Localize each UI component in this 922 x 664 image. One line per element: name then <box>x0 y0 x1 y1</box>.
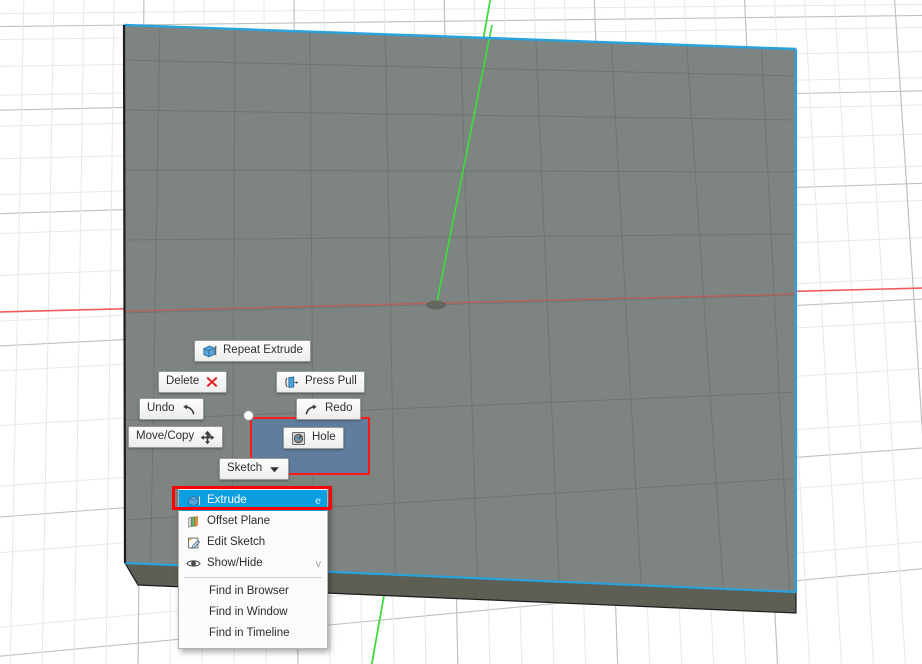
button-label: Redo <box>325 403 353 415</box>
red-x-icon <box>205 375 219 389</box>
button-label: Sketch <box>227 463 262 475</box>
context-menu-item-offset-plane[interactable]: Offset Plane <box>179 511 327 532</box>
button-label: Delete <box>166 376 199 388</box>
redo-arrow-icon <box>304 402 319 417</box>
sketch-context-menu[interactable]: Extrude e Offset Plane <box>178 487 328 649</box>
chevron-down-icon <box>268 463 281 476</box>
context-menu-item-shortcut: e <box>309 495 321 507</box>
hole-icon <box>291 431 306 446</box>
marking-menu-undo[interactable]: Undo <box>139 398 204 420</box>
origin-marker <box>426 301 446 310</box>
button-label: Press Pull <box>305 376 357 388</box>
button-label: Undo <box>147 403 175 415</box>
marking-menu-press-pull[interactable]: Press Pull <box>276 371 365 393</box>
marking-menu-redo[interactable]: Redo <box>296 398 361 420</box>
button-label: Move/Copy <box>136 431 194 443</box>
context-menu-item-label: Edit Sketch <box>203 537 315 549</box>
context-menu-item-label: Offset Plane <box>203 516 315 528</box>
extruded-body[interactable] <box>0 0 922 664</box>
context-menu-item-find-in-window[interactable]: Find in Window <box>179 602 327 623</box>
press-pull-icon <box>284 375 299 390</box>
marking-menu-move-copy[interactable]: Move/Copy <box>128 426 223 448</box>
extrude-icon <box>202 344 217 359</box>
undo-arrow-icon <box>181 402 196 417</box>
context-menu-item-label: Find in Window <box>184 607 321 619</box>
context-menu-item-shortcut: v <box>310 558 321 570</box>
marking-menu-sketch[interactable]: Sketch <box>219 458 289 480</box>
context-menu-item-label: Show/Hide <box>203 558 310 570</box>
context-menu-item-find-in-browser[interactable]: Find in Browser <box>179 581 327 602</box>
context-menu-item-label: Find in Browser <box>184 586 321 598</box>
edge-left <box>124 25 125 563</box>
marking-menu-hole[interactable]: Hole <box>283 427 344 449</box>
eye-icon <box>184 556 203 571</box>
marking-menu-repeat-extrude[interactable]: Repeat Extrude <box>194 340 311 362</box>
button-label: Hole <box>312 432 336 444</box>
context-menu-item-find-in-timeline[interactable]: Find in Timeline <box>179 623 327 644</box>
context-menu-item-extrude[interactable]: Extrude e <box>179 490 327 511</box>
extrude-icon <box>184 494 203 508</box>
cad-viewport[interactable]: Repeat Extrude Delete Press Pull Undo <box>0 0 922 664</box>
context-menu-separator <box>184 577 322 578</box>
context-menu-item-label: Extrude <box>203 495 309 507</box>
marking-menu-delete[interactable]: Delete <box>158 371 227 393</box>
context-menu-item-edit-sketch[interactable]: Edit Sketch <box>179 532 327 553</box>
context-menu-item-label: Find in Timeline <box>184 628 321 640</box>
context-menu-item-show-hide[interactable]: Show/Hide v <box>179 553 327 574</box>
edit-sketch-icon <box>184 536 203 550</box>
button-label: Repeat Extrude <box>223 345 303 357</box>
offset-plane-icon <box>184 515 203 529</box>
move-cross-icon <box>200 430 215 445</box>
sketch-point-handle[interactable] <box>243 410 254 421</box>
